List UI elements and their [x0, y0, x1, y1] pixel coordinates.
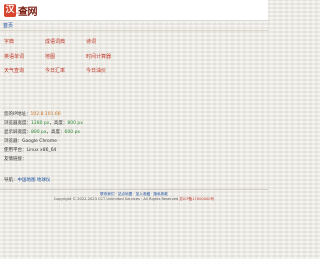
footer-links[interactable]: 联系我们 · 站点地图 · 加入收藏 · 隐私条款 — [100, 192, 168, 196]
screen-size-line: 显示屏宽度：800 px，高度：600 px — [4, 128, 83, 137]
nav-item-dictionary[interactable]: 字典 — [4, 38, 45, 53]
browser-height-label: ，高度： — [49, 121, 68, 126]
nav-item-time-calculator[interactable]: 时间计算器 — [86, 53, 127, 68]
location-line: 导航：中国地图 地球仪 — [4, 177, 50, 183]
nav-row: 英语单词 地图 时间计算器 — [4, 53, 204, 68]
screen-height-value: 600 px — [64, 130, 81, 135]
footer-divider — [0, 189, 268, 190]
browser-size-label: 浏览器宽度： — [4, 121, 31, 126]
nav-item-exchange-rate[interactable]: 今日汇率 — [45, 67, 86, 82]
nav-item-map[interactable]: 地图 — [45, 53, 86, 68]
browser-height-value: 800 px — [67, 121, 83, 126]
ip-value: 102.8.101.66 — [30, 112, 61, 117]
share-label: 友情链接： — [4, 157, 27, 162]
logo-mark: 汉 — [4, 3, 16, 17]
logo-subtitle: ZIDIAN.NET — [16, 13, 28, 15]
platform-label: 使用平台： — [4, 148, 27, 153]
browser-value: Google Chrome — [22, 139, 57, 144]
map-globe-link[interactable]: 中国地图 地球仪 — [18, 178, 51, 183]
logo-text: 查网 — [18, 6, 38, 18]
breadcrumb-home[interactable]: 首页 — [3, 22, 13, 29]
browser-label: 浏览器： — [4, 139, 22, 144]
tool-nav: 字典 成语词典 诗词 英语单词 地图 时间计算器 天气查询 今日汇率 今日油价 — [4, 38, 204, 82]
footer-icp-link[interactable]: 苏ICP备17000000号 — [179, 197, 214, 201]
location-label: 导航： — [4, 178, 18, 183]
footer-copyright-line: Copyright © 2022-2023 CCT Unlimited Serv… — [0, 197, 268, 202]
site-header: 汉 查网 ZIDIAN.NET — [0, 0, 268, 21]
screen-width-value: 800 px — [31, 130, 47, 135]
nav-item-idioms[interactable]: 成语词典 — [45, 38, 86, 53]
nav-item-poetry[interactable]: 诗词 — [86, 38, 127, 53]
screen-height-label: ，高度： — [46, 130, 65, 135]
nav-row: 字典 成语词典 诗词 — [4, 38, 204, 53]
nav-item-weather[interactable]: 天气查询 — [4, 67, 45, 82]
client-info: 您的IP地址：102.8.101.66 浏览器宽度：1280 px，高度：800… — [4, 110, 83, 164]
screen-size-label: 显示屏宽度： — [4, 130, 31, 135]
share-line: 友情链接： — [4, 155, 83, 164]
platform-line: 使用平台：Linux x86_64 — [4, 146, 83, 155]
browser-line: 浏览器：Google Chrome — [4, 137, 83, 146]
browser-width-value: 1280 px — [31, 121, 50, 126]
platform-value: Linux x86_64 — [26, 148, 57, 153]
site-footer: 联系我们 · 站点地图 · 加入收藏 · 隐私条款 Copyright © 20… — [0, 192, 268, 202]
nav-row: 天气查询 今日汇率 今日油价 — [4, 67, 204, 82]
ip-label: 您的IP地址： — [4, 112, 31, 117]
ip-line: 您的IP地址：102.8.101.66 — [4, 110, 83, 119]
footer-copyright: Copyright © 2022-2023 CCT Unlimited Serv… — [53, 197, 179, 201]
divider — [0, 30, 268, 31]
nav-item-oil-price[interactable]: 今日油价 — [86, 67, 127, 82]
nav-item-english-words[interactable]: 英语单词 — [4, 53, 45, 68]
browser-size-line: 浏览器宽度：1280 px，高度：800 px — [4, 119, 83, 128]
